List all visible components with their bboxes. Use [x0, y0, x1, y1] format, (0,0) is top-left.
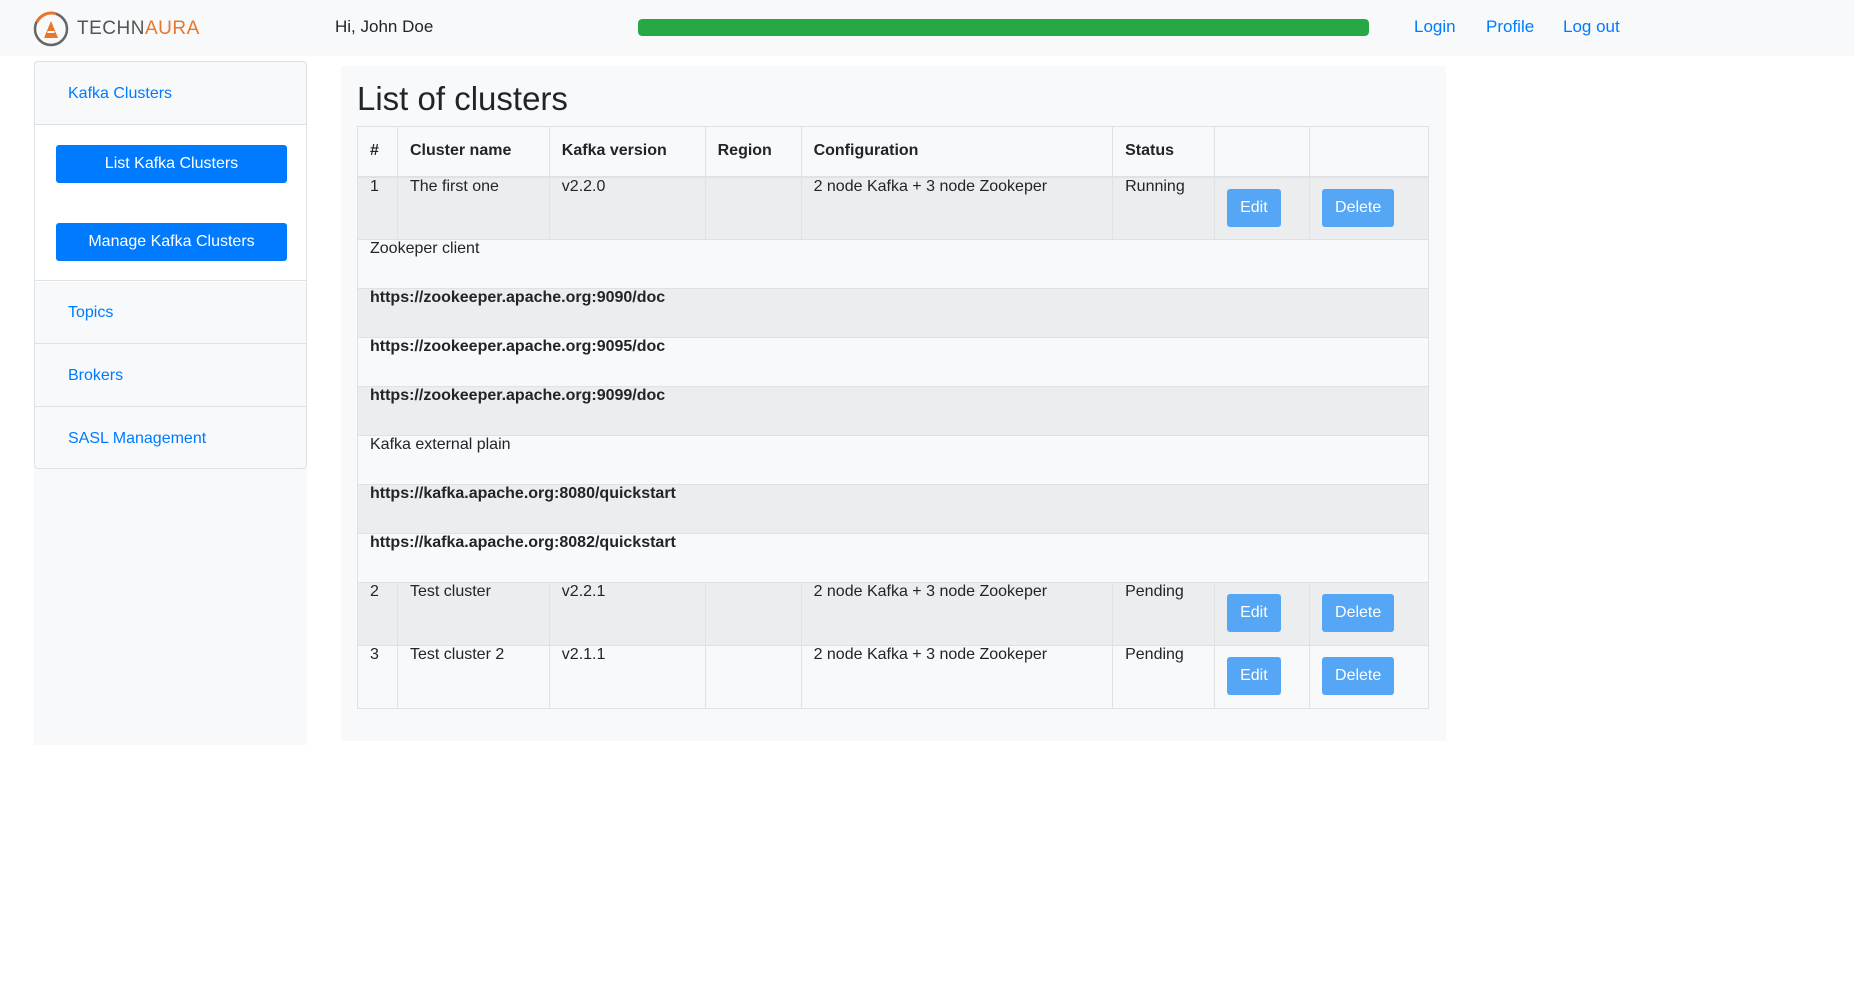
cell-kafka-version: v2.2.0 [548, 176, 706, 240]
sidebar-menu: Kafka Clusters List Kafka Clusters Manag… [34, 61, 307, 469]
table-row[interactable]: 3 Test cluster 2 v2.1.1 2 node Kafka + 3… [357, 645, 1429, 709]
logo-icon [33, 11, 69, 47]
cell-edit: Edit [1214, 176, 1311, 240]
detail-row: https://kafka.apache.org:8082/quickstart [357, 533, 1429, 583]
detail-url: https://kafka.apache.org:8080/quickstart [357, 484, 1429, 534]
column-header-edit [1214, 126, 1311, 178]
detail-row: https://zookeeper.apache.org:9095/doc [357, 337, 1429, 387]
delete-button[interactable]: Delete [1322, 657, 1395, 695]
cell-status: Running [1112, 176, 1216, 240]
detail-heading: Zookeper client [357, 239, 1429, 289]
logo-wordmark: TECHNAURA [77, 18, 200, 40]
sidebar-item-sasl-management[interactable]: SASL Management [35, 407, 306, 470]
sidebar-submenu-kafka-clusters: List Kafka Clusters Manage Kafka Cluster… [35, 125, 306, 282]
cell-configuration: 2 node Kafka + 3 node Zookeper [800, 176, 1114, 240]
detail-url: https://zookeeper.apache.org:9095/doc [357, 337, 1429, 387]
detail-row: https://kafka.apache.org:8080/quickstart [357, 484, 1429, 534]
detail-row: Kafka external plain [357, 435, 1429, 485]
cell-cluster-name: The first one [396, 176, 550, 240]
sidebar-item-brokers[interactable]: Brokers [35, 344, 306, 407]
column-header-number: # [357, 126, 398, 178]
top-navbar: TECHNAURA Hi, John Doe Login Profile Log… [0, 0, 1854, 56]
cell-delete: Delete [1309, 582, 1429, 646]
logout-link[interactable]: Log out [1563, 17, 1620, 37]
cell-kafka-version: v2.2.1 [548, 582, 706, 646]
cell-status: Pending [1112, 645, 1216, 709]
detail-heading: Kafka external plain [357, 435, 1429, 485]
column-header-status: Status [1112, 126, 1216, 178]
cell-cluster-name: Test cluster [396, 582, 550, 646]
column-header-kafka-version: Kafka version [548, 126, 706, 178]
page-title: List of clusters [357, 80, 568, 117]
table-row[interactable]: 2 Test cluster v2.2.1 2 node Kafka + 3 n… [357, 582, 1429, 646]
logo-accent: AURA [144, 18, 200, 39]
detail-row: Zookeper client [357, 239, 1429, 289]
technaura-logo[interactable]: TECHNAURA [32, 10, 200, 48]
detail-url: https://zookeeper.apache.org:9099/doc [357, 386, 1429, 436]
cell-delete: Delete [1309, 176, 1429, 240]
edit-button[interactable]: Edit [1227, 657, 1281, 695]
detail-row: https://zookeeper.apache.org:9099/doc [357, 386, 1429, 436]
edit-button[interactable]: Edit [1227, 188, 1281, 227]
column-header-cluster-name: Cluster name [396, 126, 550, 178]
cell-number: 2 [357, 582, 398, 646]
list-kafka-clusters-button[interactable]: List Kafka Clusters [56, 145, 287, 183]
progress-bar-fill [638, 19, 1369, 36]
column-header-configuration: Configuration [800, 126, 1114, 178]
clusters-table: # Cluster name Kafka version Region Conf… [357, 126, 1429, 709]
cell-region [704, 582, 802, 646]
cell-status: Pending [1112, 582, 1216, 646]
cell-number: 1 [357, 176, 398, 240]
sidebar: Kafka Clusters List Kafka Clusters Manag… [34, 61, 307, 745]
cell-number: 3 [357, 645, 398, 709]
cell-region [704, 645, 802, 709]
delete-button[interactable]: Delete [1322, 594, 1395, 632]
cell-edit: Edit [1214, 582, 1311, 646]
cell-cluster-name: Test cluster 2 [396, 645, 550, 709]
cell-configuration: 2 node Kafka + 3 node Zookeper [800, 582, 1114, 646]
profile-link[interactable]: Profile [1486, 17, 1534, 37]
column-header-delete [1309, 126, 1429, 178]
table-header-row: # Cluster name Kafka version Region Conf… [357, 126, 1429, 178]
detail-row: https://zookeeper.apache.org:9090/doc [357, 288, 1429, 338]
table-row[interactable]: 1 The first one v2.2.0 2 node Kafka + 3 … [357, 176, 1429, 240]
user-greeting: Hi, John Doe [335, 17, 434, 36]
sidebar-item-topics[interactable]: Topics [35, 281, 306, 344]
progress-bar [638, 19, 1369, 36]
edit-button[interactable]: Edit [1227, 594, 1281, 632]
main-panel: List of clusters # Cluster name Kafka ve… [341, 66, 1446, 741]
detail-url: https://kafka.apache.org:8082/quickstart [357, 533, 1429, 583]
cell-edit: Edit [1214, 645, 1311, 709]
cell-delete: Delete [1309, 645, 1429, 709]
cell-region [704, 176, 802, 240]
detail-url: https://zookeeper.apache.org:9090/doc [357, 288, 1429, 338]
logo-prefix: TECHN [77, 18, 145, 39]
manage-kafka-clusters-button[interactable]: Manage Kafka Clusters [56, 223, 287, 261]
cell-kafka-version: v2.1.1 [548, 645, 706, 709]
column-header-region: Region [704, 126, 802, 178]
cell-configuration: 2 node Kafka + 3 node Zookeper [800, 645, 1114, 709]
login-link[interactable]: Login [1414, 17, 1456, 37]
delete-button[interactable]: Delete [1322, 188, 1395, 227]
sidebar-item-kafka-clusters[interactable]: Kafka Clusters [35, 62, 306, 125]
